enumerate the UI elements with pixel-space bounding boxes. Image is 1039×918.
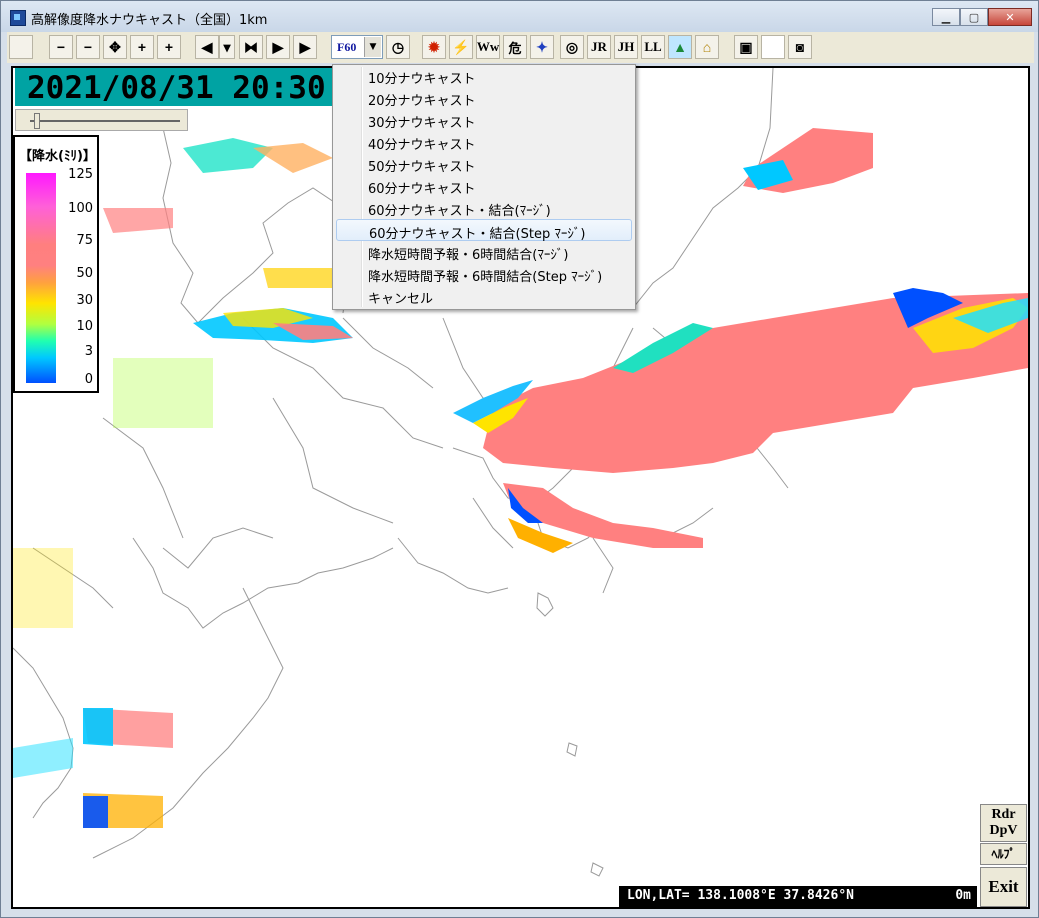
prefecture-border: [592, 537, 614, 594]
menu-item-20min[interactable]: 20分ナウキャスト: [336, 87, 632, 109]
app-window: 高解像度降水ナウキャスト（全国）1km ▁ ▢ ✕ − − ✥ + + ◀ ▾ …: [0, 0, 1039, 918]
legend-tick: 10: [76, 319, 93, 334]
prefecture-border: [342, 317, 434, 389]
play-button[interactable]: ▶: [293, 35, 317, 59]
legend-color-bar: [26, 173, 56, 383]
app-icon: [10, 10, 26, 26]
zoom-out-button[interactable]: −: [49, 35, 73, 59]
target-button[interactable]: ◎: [560, 35, 584, 59]
rdr-label: Rdr: [991, 807, 1016, 822]
open-button[interactable]: ⌂: [695, 35, 719, 59]
zoom-in-filled-button[interactable]: +: [130, 35, 154, 59]
center-button[interactable]: ✥: [103, 35, 127, 59]
ll-button[interactable]: LL: [641, 35, 665, 59]
ww-button[interactable]: Ww: [476, 35, 500, 59]
next-button[interactable]: ▶: [266, 35, 290, 59]
coordinate-readout: LON,LAT= 138.1008°E 37.8426°N: [627, 888, 854, 903]
blank-button[interactable]: [761, 35, 785, 59]
prefecture-border: [472, 497, 514, 549]
toolbar: − − ✥ + + ◀ ▾ ⧓ ▶ ▶ F60 ▼ ◷ ✹ ⚡ Ww 危 ✦ ◎…: [7, 32, 1034, 63]
dpv-label: DpV: [989, 823, 1018, 838]
legend-tick: 75: [76, 233, 93, 248]
forecast-dropdown-menu: 10分ナウキャスト 20分ナウキャスト 30分ナウキャスト 40分ナウキャスト …: [332, 64, 636, 310]
camera-button[interactable]: ◙: [788, 35, 812, 59]
terrain-button[interactable]: ▲: [668, 35, 692, 59]
japan-map-button[interactable]: [9, 35, 33, 59]
datetime-label: 2021/08/31 20:30: [27, 70, 326, 106]
window-title: 高解像度降水ナウキャスト（全国）1km: [31, 13, 268, 28]
prefecture-border: [102, 417, 184, 539]
time-slider[interactable]: [15, 109, 188, 131]
menu-item-40min[interactable]: 40分ナウキャスト: [336, 131, 632, 153]
prefecture-border: [272, 397, 394, 524]
datetime-banner: 2021/08/31 20:30: [15, 68, 337, 106]
legend-tick: 3: [84, 344, 93, 359]
danger-button[interactable]: 危: [503, 35, 527, 59]
menu-item-30min[interactable]: 30分ナウキャスト: [336, 109, 632, 131]
legend-tick: 0: [84, 372, 93, 387]
menu-item-50min[interactable]: 50分ナウキャスト: [336, 153, 632, 175]
satellite-button[interactable]: ✦: [530, 35, 554, 59]
exit-button[interactable]: Exit: [980, 867, 1027, 907]
coastline: [632, 68, 774, 309]
island: [590, 862, 604, 877]
slider-track: [30, 120, 180, 122]
minimize-button[interactable]: ▁: [932, 8, 960, 26]
prev-button[interactable]: ◀: [195, 35, 219, 59]
title-bar: 高解像度降水ナウキャスト（全国）1km ▁ ▢ ✕: [1, 1, 1038, 32]
stop-button[interactable]: ⧓: [239, 35, 263, 59]
status-bar: LON,LAT= 138.1008°E 37.8426°N 0m: [619, 886, 977, 907]
chevron-down-icon[interactable]: ▼: [364, 37, 381, 57]
radar-dpv-button[interactable]: Rdr DpV: [980, 804, 1027, 842]
maximize-button[interactable]: ▢: [960, 8, 988, 26]
help-button[interactable]: ﾍﾙﾌﾟ: [980, 843, 1027, 865]
prev-dropdown-button[interactable]: ▾: [219, 35, 235, 59]
menu-item-60min[interactable]: 60分ナウキャスト: [336, 175, 632, 197]
clock-button[interactable]: ◷: [386, 35, 410, 59]
coastline: [13, 647, 74, 819]
prefecture-border: [162, 527, 274, 569]
menu-item-short-range-merge[interactable]: 降水短時間予報・6時間結合(ﾏｰｼﾞ): [336, 241, 632, 263]
legend-tick: 125: [68, 167, 93, 182]
elevation-readout: 0m: [955, 888, 971, 903]
precip-legend: 【降水(ﾐﾘ)】 125 100 75 50 30 10 3 0: [13, 135, 99, 393]
legend-tick: 50: [76, 266, 93, 281]
zoom-out-filled-button[interactable]: −: [76, 35, 100, 59]
menu-item-60min-merge[interactable]: 60分ナウキャスト・結合(ﾏｰｼﾞ): [336, 197, 632, 219]
save-button[interactable]: ▣: [734, 35, 758, 59]
island: [566, 742, 578, 757]
jr-button[interactable]: JR: [587, 35, 611, 59]
slider-thumb[interactable]: [34, 113, 40, 129]
zoom-in-button[interactable]: +: [157, 35, 181, 59]
island: [536, 592, 554, 617]
menu-item-60min-step-merge[interactable]: 60分ナウキャスト・結合(Step ﾏｰｼﾞ): [336, 219, 632, 242]
jh-button[interactable]: JH: [614, 35, 638, 59]
legend-title: 【降水(ﾐﾘ)】: [19, 149, 96, 164]
lightning-button[interactable]: ⚡: [449, 35, 473, 59]
menu-item-cancel[interactable]: キャンセル: [336, 285, 632, 307]
menu-item-short-range-step-merge[interactable]: 降水短時間予報・6時間結合(Step ﾏｰｼﾞ): [336, 263, 632, 285]
close-button[interactable]: ✕: [988, 8, 1032, 26]
radar-button[interactable]: ✹: [422, 35, 446, 59]
legend-tick: 100: [68, 201, 93, 216]
menu-item-10min[interactable]: 10分ナウキャスト: [336, 65, 632, 87]
coastline: [132, 537, 394, 629]
forecast-select[interactable]: F60 ▼: [331, 35, 383, 59]
legend-tick: 30: [76, 293, 93, 308]
forecast-select-value: F60: [337, 40, 357, 54]
coastline: [397, 537, 509, 594]
